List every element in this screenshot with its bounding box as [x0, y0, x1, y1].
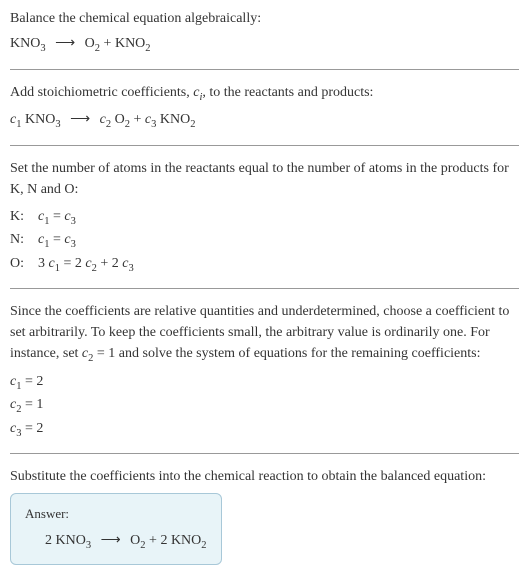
- arbitrary-section: Since the coefficients are relative quan…: [10, 301, 519, 454]
- atom-table: K: c1 = c3 N: c1 = c3 O: 3 c1 = 2 c2 + 2…: [10, 206, 519, 277]
- reactant-sub: 3: [40, 43, 45, 54]
- stoich-section: Add stoichiometric coefficients, ci, to …: [10, 82, 519, 146]
- product2-sub: 2: [145, 43, 150, 54]
- atom-row-o: O: 3 c1 = 2 c2 + 2 c3: [10, 253, 519, 277]
- atoms-section: Set the number of atoms in the reactants…: [10, 158, 519, 290]
- coeff-c3: c3 = 2: [10, 418, 519, 442]
- answer-equation: 2 KNO3 ⟶ O2 + 2 KNO2: [25, 530, 207, 554]
- plus: +: [100, 36, 115, 51]
- arrow-icon: ⟶: [64, 112, 96, 127]
- intro-equation: KNO3 ⟶ O2 + KNO2: [10, 33, 519, 57]
- arrow-icon: ⟶: [49, 36, 81, 51]
- atom-row-n: N: c1 = c3: [10, 229, 519, 253]
- substitute-text: Substitute the coefficients into the che…: [10, 466, 519, 487]
- product1: O: [85, 36, 95, 51]
- arbitrary-text: Since the coefficients are relative quan…: [10, 301, 519, 367]
- arrow-icon: ⟶: [95, 533, 127, 548]
- stoich-text: Add stoichiometric coefficients, ci, to …: [10, 82, 519, 106]
- answer-label: Answer:: [25, 504, 207, 524]
- intro-section: Balance the chemical equation algebraica…: [10, 8, 519, 70]
- reactant: KNO: [10, 36, 40, 51]
- intro-text: Balance the chemical equation algebraica…: [10, 8, 519, 29]
- atoms-text: Set the number of atoms in the reactants…: [10, 158, 519, 200]
- substitute-section: Substitute the coefficients into the che…: [10, 466, 519, 564]
- answer-box: Answer: 2 KNO3 ⟶ O2 + 2 KNO2: [10, 493, 222, 564]
- atom-row-k: K: c1 = c3: [10, 206, 519, 230]
- coeff-c1: c1 = 2: [10, 371, 519, 395]
- stoich-equation: c1 KNO3 ⟶ c2 O2 + c3 KNO2: [10, 109, 519, 133]
- coeff-c2: c2 = 1: [10, 394, 519, 418]
- coeff-list: c1 = 2 c2 = 1 c3 = 2: [10, 371, 519, 442]
- product2: KNO: [115, 36, 145, 51]
